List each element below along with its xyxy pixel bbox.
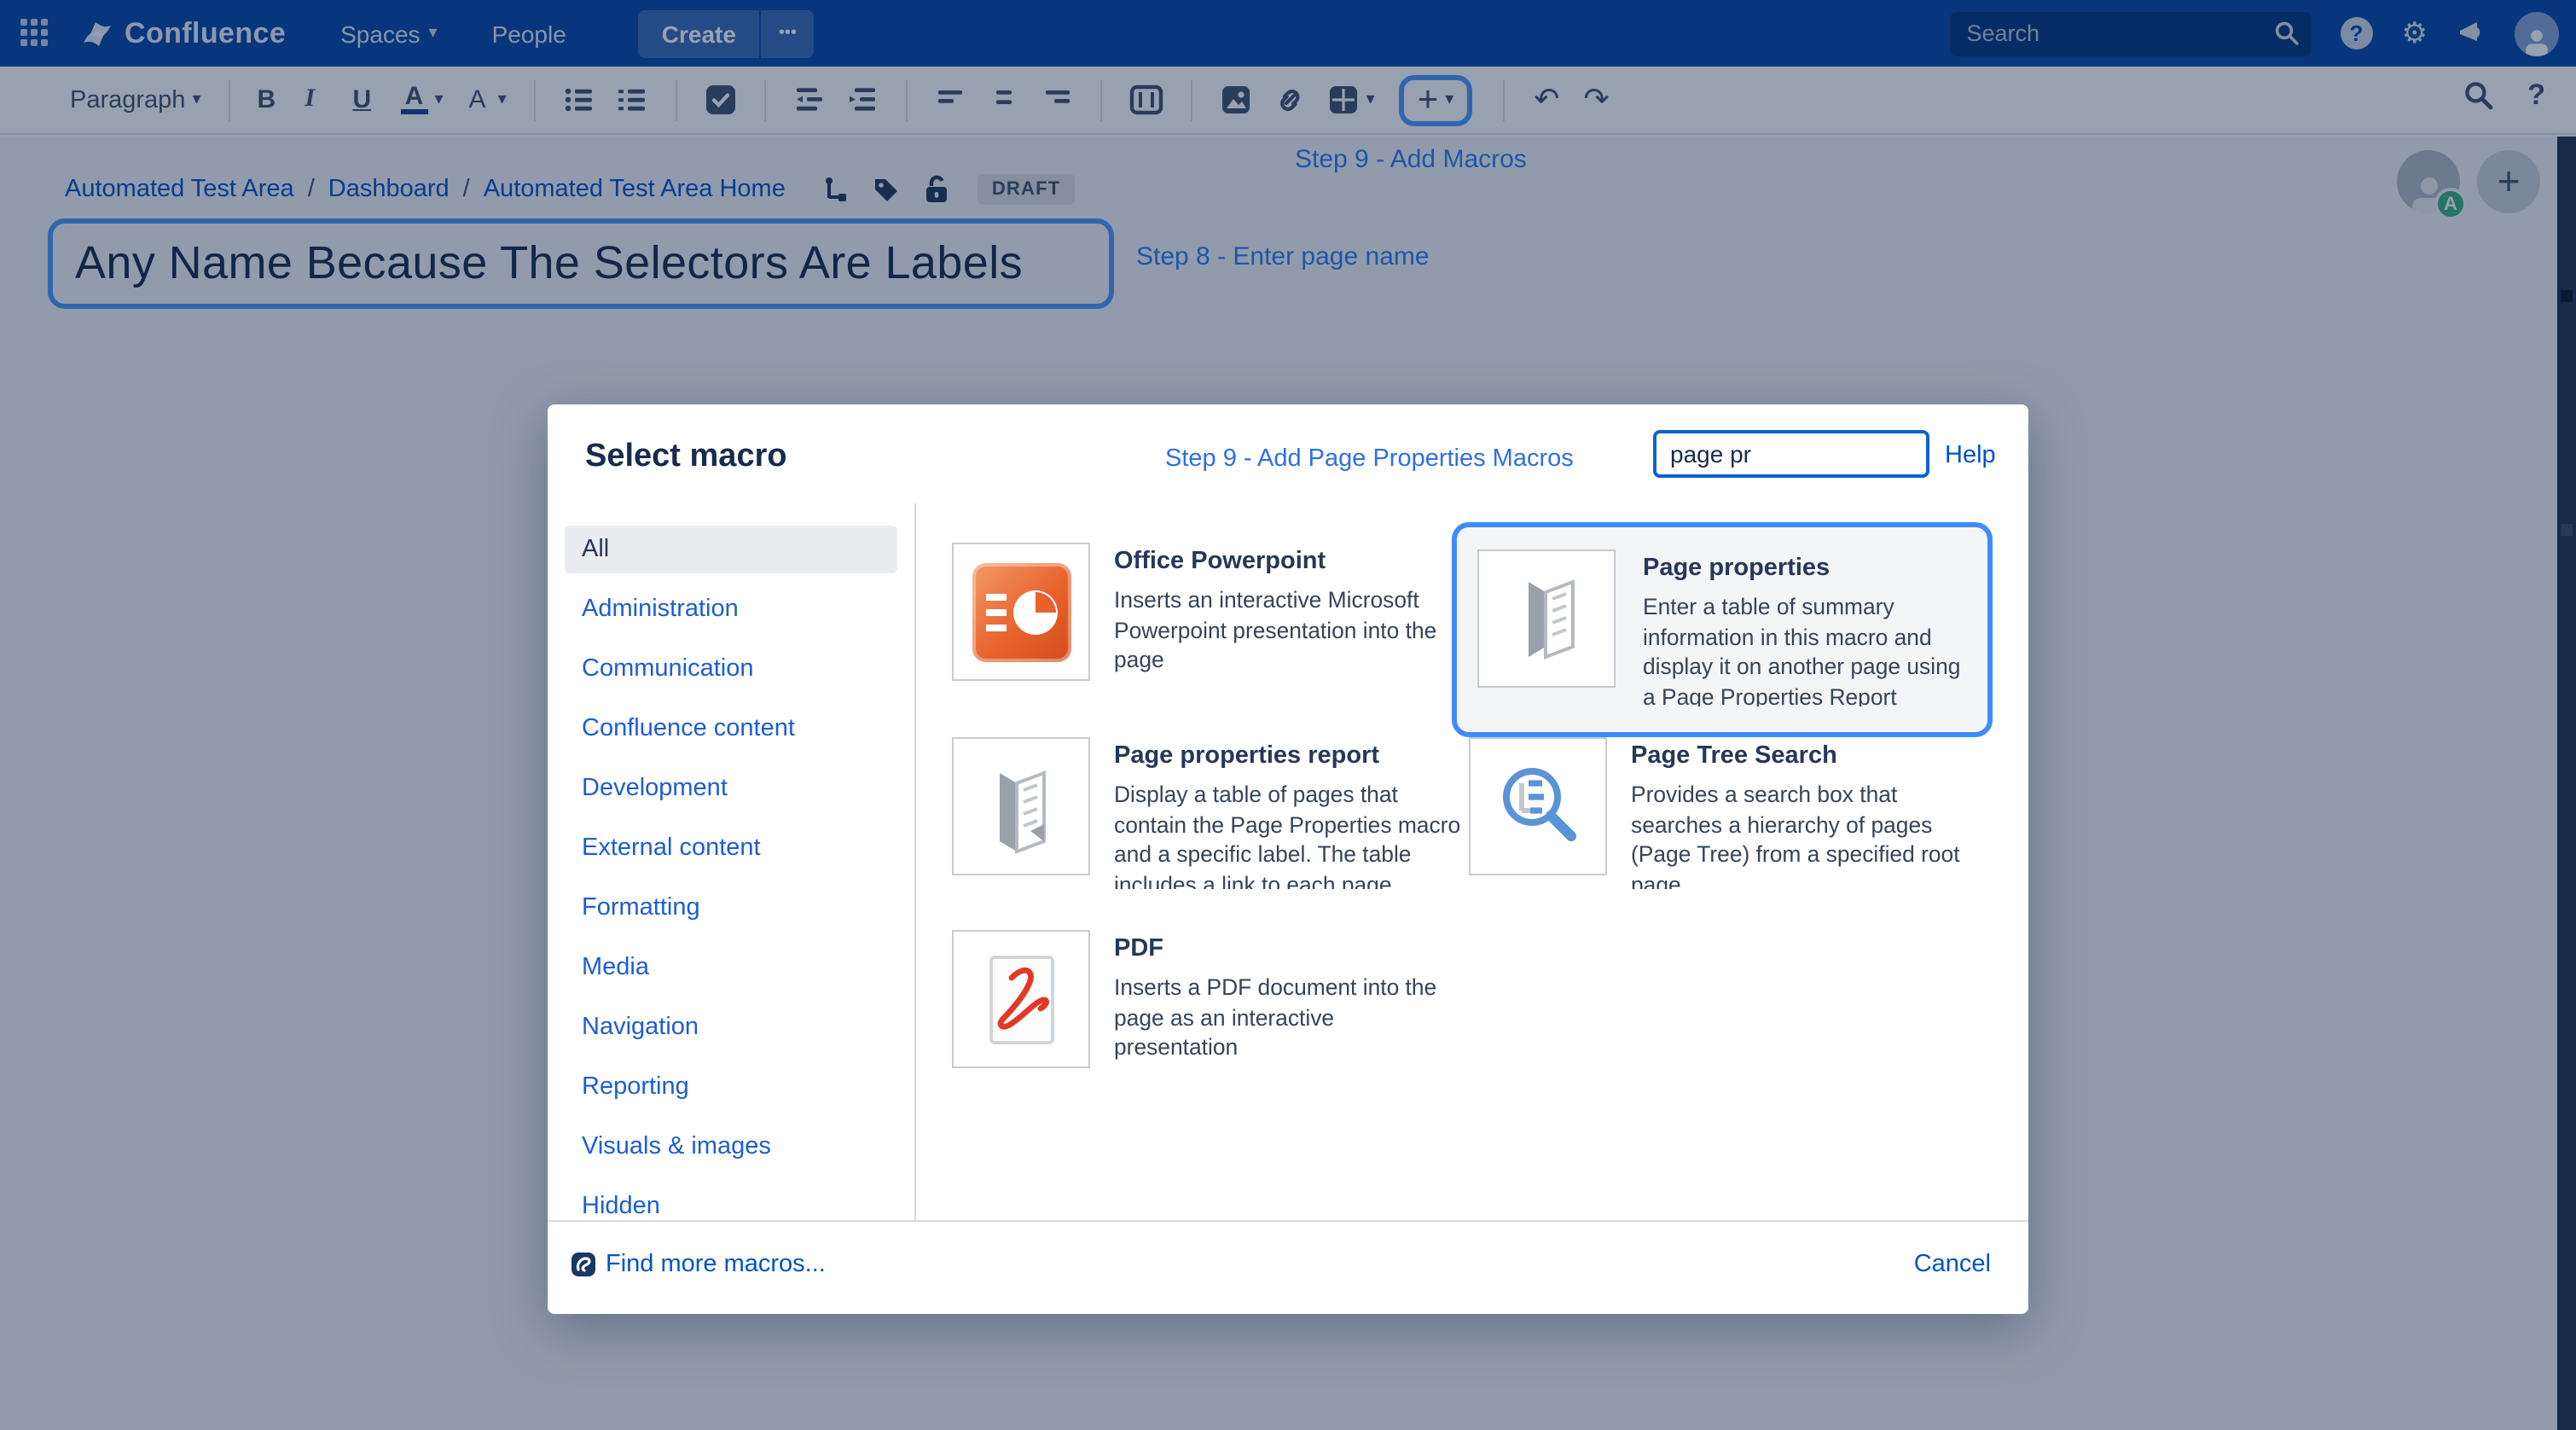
macro-description: Inserts an interactive Microsoft Powerpo… [1114, 585, 1464, 675]
find-more-label: Find more macros... [606, 1251, 826, 1278]
macro-title: Page Tree Search [1631, 742, 1981, 770]
category-confluence-content[interactable]: Confluence content [565, 705, 897, 753]
macro-description: Provides a search box that searches a hi… [1631, 780, 1981, 889]
page-properties-report-icon [952, 737, 1090, 875]
find-more-macros-link[interactable]: Find more macros... [570, 1251, 826, 1278]
category-development[interactable]: Development [565, 764, 897, 812]
category-visuals-images[interactable]: Visuals & images [565, 1123, 897, 1171]
dialog-header: Select macro Step 9 - Add Page Propertie… [548, 404, 2028, 503]
dialog-footer: Find more macros... Cancel [548, 1220, 2028, 1314]
select-macro-dialog: Select macro Step 9 - Add Page Propertie… [548, 404, 2028, 1314]
macro-search-input[interactable] [1653, 430, 1929, 478]
macro-pdf[interactable]: PDF Inserts a PDF document into the page… [952, 930, 1472, 1068]
category-communication[interactable]: Communication [565, 645, 897, 693]
macro-categories: All Administration Communication Conflue… [548, 503, 916, 1220]
dialog-title: Select macro [585, 439, 787, 476]
category-media[interactable]: Media [565, 944, 897, 991]
dialog-body: All Administration Communication Conflue… [548, 503, 2028, 1220]
macro-title: Page properties report [1114, 742, 1464, 770]
pdf-icon [952, 930, 1090, 1068]
category-external-content[interactable]: External content [565, 824, 897, 872]
macro-title: Page properties [1643, 555, 1967, 582]
macro-office-powerpoint[interactable]: Office Powerpoint Inserts an interactive… [952, 543, 1472, 681]
page-tree-search-icon [1469, 737, 1607, 875]
annotation-step9-dialog: Step 9 - Add Page Properties Macros [1165, 445, 1574, 473]
macro-page-properties-selected[interactable]: Page properties Enter a table of summary… [1452, 522, 1993, 737]
macro-title: PDF [1114, 935, 1464, 962]
macro-title: Office Powerpoint [1114, 548, 1464, 575]
office-powerpoint-icon [952, 543, 1090, 681]
category-administration[interactable]: Administration [565, 585, 897, 633]
cancel-button[interactable]: Cancel [1914, 1251, 1991, 1278]
macro-page-properties-report[interactable]: Page properties report Display a table o… [952, 737, 1472, 889]
macro-page-tree-search[interactable]: Page Tree Search Provides a search box t… [1469, 737, 1989, 889]
macro-description: Display a table of pages that contain th… [1114, 780, 1464, 889]
category-reporting[interactable]: Reporting [565, 1063, 897, 1111]
category-all[interactable]: All [565, 526, 897, 573]
macro-description: Enter a table of summary information in … [1643, 592, 1967, 706]
marketplace-icon [570, 1251, 597, 1278]
category-navigation[interactable]: Navigation [565, 1003, 897, 1051]
macro-help-link[interactable]: Help [1945, 442, 1996, 469]
confluence-app: Confluence Spaces▾ People Create ••• ? [0, 0, 2576, 1430]
page-properties-icon [1477, 549, 1616, 688]
category-formatting[interactable]: Formatting [565, 884, 897, 932]
macro-description: Inserts a PDF document into the page as … [1114, 973, 1464, 1062]
